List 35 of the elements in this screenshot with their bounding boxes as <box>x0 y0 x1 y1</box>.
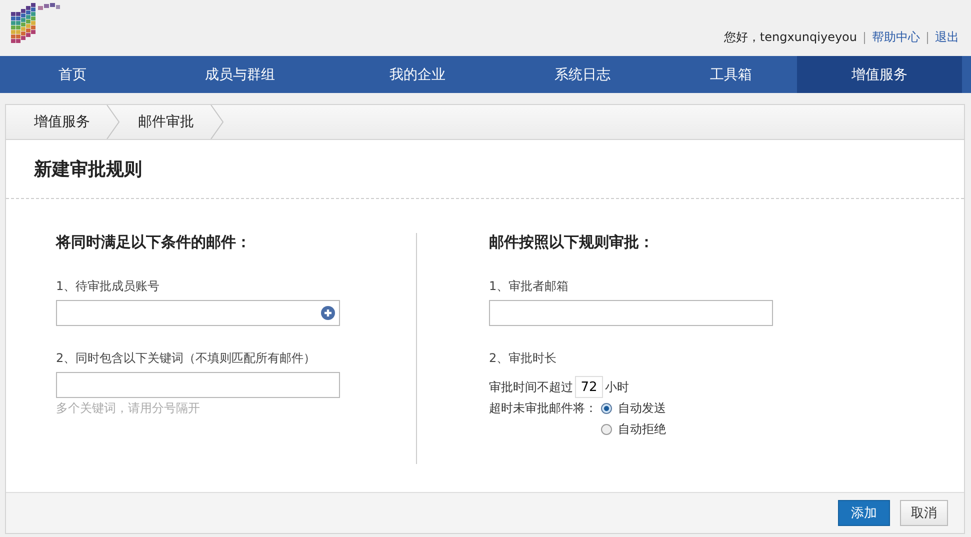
add-button[interactable]: 添加 <box>838 500 890 526</box>
field-label: 1、待审批成员账号 <box>56 278 160 295</box>
radio-label: 自动拒绝 <box>618 421 666 438</box>
nav-tab[interactable]: 系统日志 <box>500 56 665 93</box>
keyword-field[interactable] <box>56 372 340 398</box>
nav-tab[interactable]: 我的企业 <box>335 56 500 93</box>
radio-label: 自动发送 <box>618 400 666 417</box>
greeting-text: 您好，tengxunqiyeyou <box>724 29 857 46</box>
nav-tab[interactable]: 工具箱 <box>665 56 797 93</box>
nav-tab[interactable]: 增值服务 <box>797 56 962 93</box>
account-field[interactable] <box>56 300 340 326</box>
breadcrumb-item[interactable]: 增值服务 <box>34 105 90 139</box>
section-heading: 将同时满足以下条件的邮件： <box>56 233 251 252</box>
chevron-icon <box>210 105 224 139</box>
add-icon[interactable] <box>321 306 335 320</box>
field-label: 2、同时包含以下关键词（不填则匹配所有邮件） <box>56 350 316 367</box>
nav-tab[interactable]: 成员与群组 <box>145 56 335 93</box>
radio-button[interactable] <box>601 424 612 435</box>
page-title: 新建审批规则 <box>34 158 142 181</box>
field-label: 2、审批时长 <box>489 350 557 367</box>
header-link[interactable]: 退出 <box>935 29 959 46</box>
header-link[interactable]: 帮助中心 <box>872 29 920 46</box>
unit-text: 小时 <box>605 378 629 396</box>
breadcrumb-item[interactable]: 邮件审批 <box>138 105 194 139</box>
hours-field[interactable]: 72 <box>575 376 603 398</box>
chevron-icon <box>106 105 120 139</box>
field-label: 1、审批者邮箱 <box>489 278 569 295</box>
timeout-label: 超时未审批邮件将： <box>489 400 597 417</box>
limit-text: 审批时间不超过 <box>489 378 573 396</box>
radio-button[interactable] <box>601 403 612 414</box>
nav-tab[interactable]: 首页 <box>0 56 145 93</box>
hint-text: 多个关键词，请用分号隔开 <box>56 400 200 417</box>
cancel-button[interactable]: 取消 <box>900 500 948 526</box>
approver-email-field[interactable] <box>489 300 773 326</box>
section-heading: 邮件按照以下规则审批： <box>489 233 654 252</box>
